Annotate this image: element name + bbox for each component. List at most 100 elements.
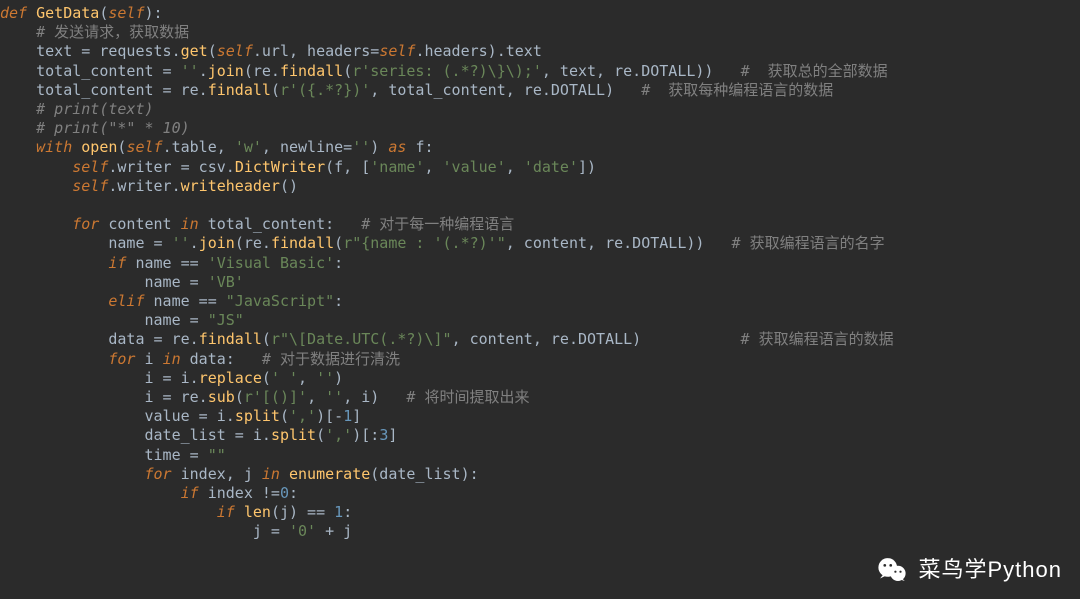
code-token: , i) [343,388,406,406]
code-line: i = i.replace(' ', '') [0,369,343,387]
code-token: ( [262,369,271,387]
code-token: # 获取每种编程语言的数据 [641,81,833,99]
code-token [0,158,72,176]
code-line: for i in data: # 对于数据进行清洗 [0,350,400,368]
code-token: r'[()]' [244,388,307,406]
code-token: 'date' [524,158,578,176]
code-token: .headers).text [415,42,541,60]
code-line: self.writer.writeheader() [0,177,298,195]
code-token: for [145,465,181,483]
code-token: 1 [334,503,343,521]
code-line: i = re.sub(r'[()]', '', i) # 将时间提取出来 [0,388,529,406]
code-line: time = "" [0,446,226,464]
code-line: for content in total_content: # 对于每一种编程语… [0,215,514,233]
code-token: # 将时间提取出来 [406,388,529,406]
code-token [0,292,108,310]
code-token [0,23,36,41]
code-token: 'Visual Basic' [208,254,334,272]
code-token: .writer. [108,177,180,195]
code-token: name == [135,254,207,272]
code-token: len [244,503,271,521]
code-token: join [199,234,235,252]
code-token: ( [262,330,271,348]
code-token: : [289,484,298,502]
code-token: '' [352,138,370,156]
code-token: replace [199,369,262,387]
code-token: "JS" [208,311,244,329]
code-token: .url, headers= [253,42,379,60]
code-token [0,177,72,195]
code-token: name = [0,273,208,291]
code-token: , text, re.DOTALL)) [542,62,741,80]
code-line: with open(self.table, 'w', newline='') a… [0,138,434,156]
code-token: 0 [280,484,289,502]
code-token: ) [370,138,388,156]
code-token: 'w' [235,138,262,156]
code-token: ]) [578,158,596,176]
code-token: , total_content, re.DOTALL) [370,81,641,99]
code-token: , [424,158,442,176]
code-token: name = [0,234,172,252]
code-token: i [145,350,163,368]
code-token: (f, [ [325,158,370,176]
code-token: 'VB' [208,273,244,291]
code-token: value = i. [0,407,235,425]
code-line: name = 'VB' [0,273,244,291]
code-token: text = requests. [0,42,181,60]
code-line: # print(text) [0,100,154,118]
code-token: : [334,254,343,272]
code-token: 1 [343,407,352,425]
code-token: (re. [235,234,271,252]
code-token: '' [181,62,199,80]
code-token: , newline= [262,138,352,156]
code-token: + j [316,522,352,540]
code-token: in [181,215,208,233]
code-line: date_list = i.split(',')[:3] [0,426,397,444]
code-token [0,254,108,272]
code-token: . [199,62,208,80]
code-token: .table, [163,138,235,156]
code-line: elif name == "JavaScript": [0,292,343,310]
code-token [0,100,36,118]
code-line: if len(j) == 1: [0,503,352,521]
code-token [0,138,36,156]
code-token: ( [235,388,244,406]
code-token: # 对于数据进行清洗 [262,350,400,368]
watermark-label: 菜鸟学Python [919,560,1063,579]
code-token: for [108,350,144,368]
code-token: () [280,177,298,195]
code-line: text = requests.get(self.url, headers=se… [0,42,542,60]
code-token: open [81,138,117,156]
code-token: ): [145,4,163,22]
code-token: 'value' [443,158,506,176]
code-token: f: [415,138,433,156]
code-token: , content, re.DOTALL)) [506,234,732,252]
code-token: (date_list): [370,465,478,483]
code-token: # 发送请求，获取数据 [36,23,189,41]
code-token: ( [280,407,289,425]
code-token: : [334,292,343,310]
code-token: join [208,62,244,80]
code-token: total_content: [208,215,362,233]
code-token: elif [108,292,153,310]
code-token: r'series: (.*?)\}\);' [352,62,542,80]
code-token: findall [271,234,334,252]
code-token: findall [280,62,343,80]
code-token: : [343,503,352,521]
code-token: total_content = [0,62,181,80]
code-token: findall [199,330,262,348]
code-token: with [36,138,81,156]
code-token: self [72,158,108,176]
code-token: split [271,426,316,444]
code-token: GetData [36,4,99,22]
code-line: if index !=0: [0,484,298,502]
code-token: 3 [379,426,388,444]
code-token: )[: [352,426,379,444]
code-line: for index, j in enumerate(date_list): [0,465,479,483]
code-token [0,465,145,483]
code-token: . [190,234,199,252]
code-token: '0' [289,522,316,540]
code-token: enumerate [289,465,370,483]
code-token: r"{name : '(.*?)'" [343,234,506,252]
code-token: if [217,503,244,521]
